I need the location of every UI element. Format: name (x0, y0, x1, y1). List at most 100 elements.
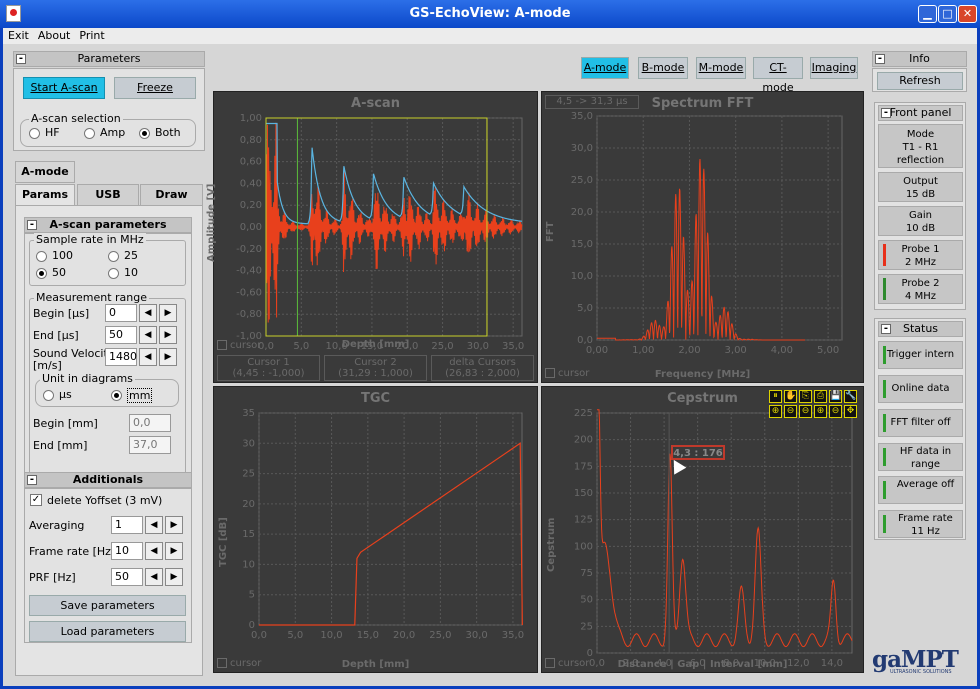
print-icon[interactable]: ⎙ (814, 390, 827, 403)
frame-rate-label: Frame rate [Hz] (29, 545, 116, 558)
probe2-color-bar (883, 278, 886, 300)
menu-print[interactable]: Print (79, 28, 104, 44)
cepstrum-ylabel: Cepstrum (546, 517, 557, 572)
prf-increment[interactable]: ▶ (165, 568, 183, 586)
radio-rate-10[interactable] (108, 268, 119, 279)
menu-exit[interactable]: Exit (8, 28, 29, 44)
collapse-icon[interactable]: - (16, 54, 26, 64)
mode-imaging-button[interactable]: Imaging (810, 57, 858, 79)
close-button[interactable]: ✕ (958, 5, 977, 23)
y-tick-label: 75 (580, 568, 593, 579)
ascan-envelope-line (266, 122, 523, 225)
mode-amode-button[interactable]: A-mode (581, 57, 629, 79)
tab-draw[interactable]: Draw (140, 184, 203, 206)
params-tab-panel: - A-scan parameters Sample rate in MHz 10… (15, 205, 203, 676)
save-icon[interactable]: 💾 (829, 390, 842, 403)
zoom-y-icon[interactable]: ⊕ (814, 405, 827, 418)
freeze-button[interactable]: Freeze (114, 77, 196, 99)
tab-amode[interactable]: A-mode (15, 161, 75, 183)
radio-both[interactable] (139, 128, 150, 139)
mode-info: Mode T1 - R1 reflection (878, 124, 963, 168)
end-us-increment[interactable]: ▶ (159, 326, 177, 344)
tab-params[interactable]: Params (15, 184, 75, 206)
sound-velocity-unit: [m/s] (33, 359, 62, 372)
tgc-cursor-toggle[interactable]: cursor (217, 658, 261, 669)
cursor2-readout: Cursor 2 (31,29 : 1,000) (324, 355, 427, 381)
refresh-button[interactable]: Refresh (877, 72, 963, 90)
zoom-x-icon[interactable]: ⊖ (799, 405, 812, 418)
y-tick-label: 0,20 (240, 200, 262, 211)
y-tick-label: 175 (574, 461, 593, 472)
end-us-decrement[interactable]: ◀ (139, 326, 157, 344)
x-tick-label: 15,0 (357, 630, 379, 641)
sound-velocity-increment[interactable]: ▶ (159, 348, 177, 366)
menu-about[interactable]: About (38, 28, 71, 44)
y-tick-label: 25 (242, 469, 255, 480)
start-ascan-button[interactable]: Start A-scan (23, 77, 105, 99)
minimize-button[interactable]: ▁ (918, 5, 937, 23)
x-tick-label: 25,0 (429, 630, 451, 641)
collapse-icon[interactable]: - (27, 475, 37, 485)
radio-unit-mm[interactable] (111, 390, 122, 401)
radio-unit-us[interactable] (43, 390, 54, 401)
pan-hand-icon[interactable]: ✋ (784, 390, 797, 403)
radio-rate-100[interactable] (36, 251, 47, 262)
delta-cursors-readout: delta Cursors (26,83 : 2,000) (431, 355, 534, 381)
sound-velocity-input[interactable]: 1480 (105, 348, 137, 366)
cepstrum-chart[interactable]: 22520017515012510075502500,0 2,0 4,0 6,0 8,0… (542, 387, 865, 674)
ascan-xlabel: Depth [mm] (341, 339, 410, 350)
zoom-in-icon[interactable]: ⊕ (769, 405, 782, 418)
save-parameters-button[interactable]: Save parameters (29, 595, 186, 616)
collapse-icon[interactable]: - (27, 220, 37, 230)
copy-icon[interactable]: ⎘ (799, 390, 812, 403)
radio-rate-50[interactable] (36, 268, 47, 279)
averaging-decrement[interactable]: ◀ (145, 516, 163, 534)
tgc-chart[interactable]: 353025201510500,0 5,0 10,0 15,0 20,0 25,0 30,0… (214, 387, 539, 674)
cepstrum-cursor-toggle[interactable]: cursor (545, 658, 589, 669)
load-parameters-button[interactable]: Load parameters (29, 621, 186, 642)
frame-rate-input[interactable]: 10 (111, 542, 143, 560)
begin-us-input[interactable]: 0 (105, 304, 137, 322)
collapse-icon[interactable]: - (881, 324, 891, 334)
y-tick-label: 30,0 (571, 143, 593, 154)
zoom-reset-icon[interactable]: ⊖ (829, 405, 842, 418)
probe2-info: Probe 2 4 MHz (878, 274, 963, 304)
mode-bmode-button[interactable]: B-mode (638, 57, 688, 79)
radio-rate-25[interactable] (108, 251, 119, 262)
radio-hf[interactable] (29, 128, 40, 139)
x-tick-label: 35,0 (502, 630, 524, 641)
settings-wrench-icon[interactable]: 🔧 (844, 390, 857, 403)
begin-us-increment[interactable]: ▶ (159, 304, 177, 322)
begin-us-decrement[interactable]: ◀ (139, 304, 157, 322)
unit-group: Unit in diagrams (35, 372, 179, 407)
fft-cursor-toggle[interactable]: cursor (545, 368, 589, 379)
collapse-icon[interactable]: - (881, 108, 891, 118)
averaging-input[interactable]: 1 (111, 516, 143, 534)
y-tick-label: 20 (242, 499, 255, 510)
fft-chart[interactable]: 35,030,025,020,015,010,05,00,00,00 1,00 2,… (542, 92, 865, 384)
zoom-out-icon[interactable]: ⊖ (784, 405, 797, 418)
prf-decrement[interactable]: ◀ (145, 568, 163, 586)
prf-label: PRF [Hz] (29, 571, 76, 584)
y-tick-label: -0,60 (236, 287, 262, 298)
prf-input[interactable]: 50 (111, 568, 143, 586)
move-icon[interactable]: ✥ (844, 405, 857, 418)
maximize-button[interactable]: □ (938, 5, 957, 23)
tab-usb[interactable]: USB (77, 184, 139, 206)
radio-amp[interactable] (84, 128, 95, 139)
delete-yoffset-checkbox[interactable]: ✓ (30, 494, 42, 506)
sound-velocity-decrement[interactable]: ◀ (139, 348, 157, 366)
output-info: Output 15 dB (878, 172, 963, 202)
y-tick-label: 25,0 (571, 175, 593, 186)
frame-rate-increment[interactable]: ▶ (165, 542, 183, 560)
ascan-ylabel: Amplitude [V] (206, 183, 217, 262)
ascan-cursor-toggle[interactable]: cursor (217, 340, 261, 351)
probe1-info: Probe 1 2 MHz (878, 240, 963, 270)
averaging-increment[interactable]: ▶ (165, 516, 183, 534)
frame-rate-decrement[interactable]: ◀ (145, 542, 163, 560)
mode-ctmode-button[interactable]: CT-mode (753, 57, 803, 94)
pause-icon[interactable]: ⏸ (769, 390, 782, 403)
mode-mmode-button[interactable]: M-mode (696, 57, 746, 79)
end-us-input[interactable]: 50 (105, 326, 137, 344)
collapse-icon[interactable]: - (875, 54, 885, 64)
